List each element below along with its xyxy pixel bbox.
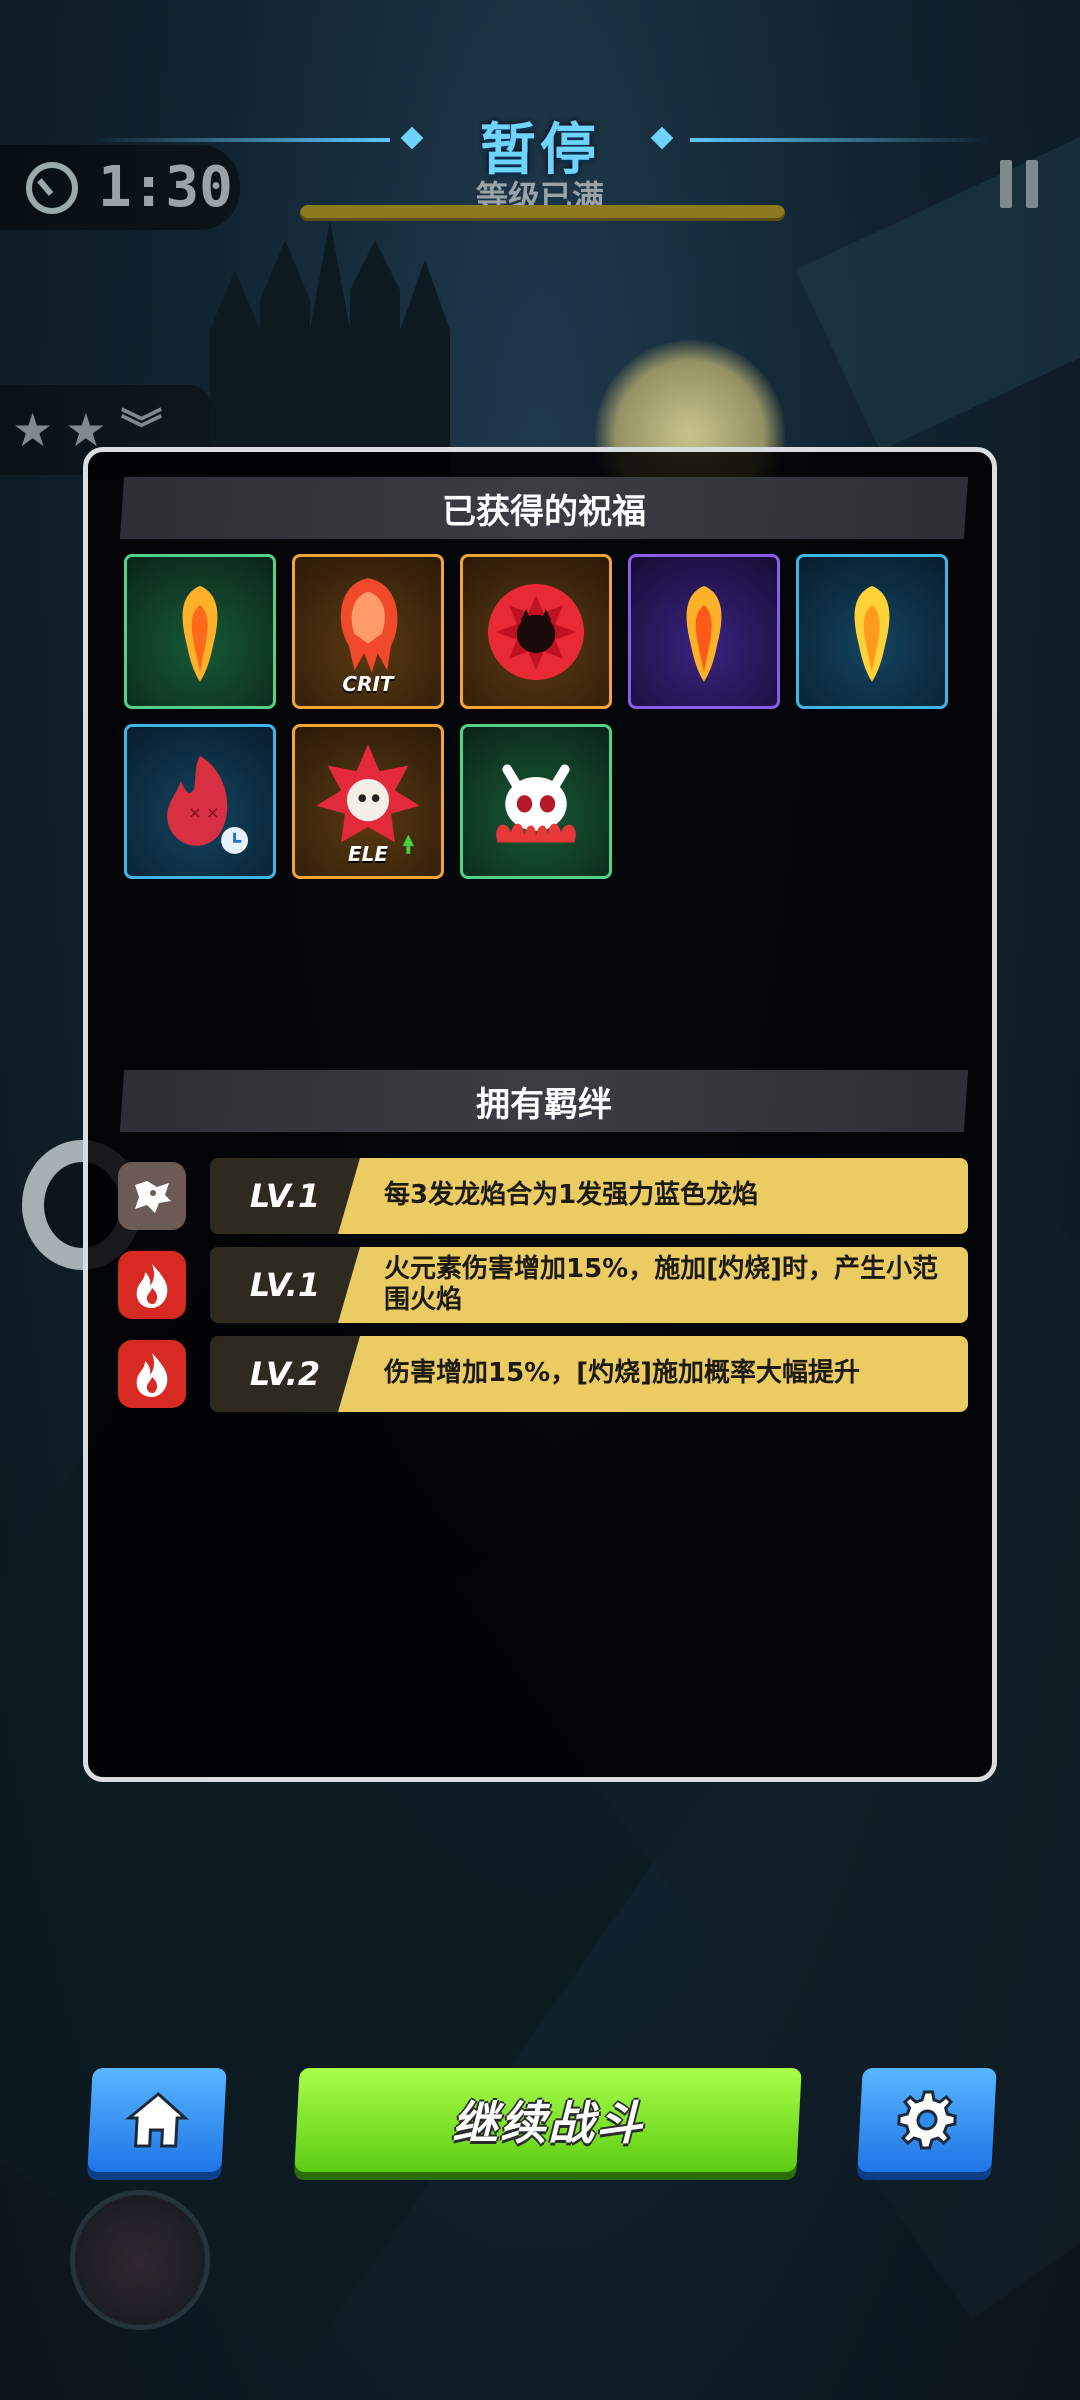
- fire-spirit-timer-icon: ✕ ✕: [167, 755, 249, 854]
- timer: 1:30: [0, 145, 240, 230]
- home-button[interactable]: [87, 2068, 227, 2172]
- blessing-element-up[interactable]: ELE: [292, 724, 444, 879]
- double-chevron-down-icon[interactable]: ︾: [121, 409, 163, 451]
- dragon-skull-icon: [118, 1162, 186, 1230]
- continue-battle-label: 继续战斗: [452, 2096, 644, 2150]
- fire-demon-skull-icon: [496, 764, 576, 843]
- fire-bolt-icon: [854, 585, 890, 682]
- blessings-panel: 已获得的祝福 CRIT ✕ ✕ ELE 拥有羁绊 LV.1 每3发龙焰合为1发强…: [83, 447, 997, 1782]
- bond-description: 每3发龙焰合为1发强力蓝色龙焰: [338, 1158, 968, 1234]
- star-icon: ★: [12, 403, 54, 457]
- bond-row[interactable]: LV.1 每3发龙焰合为1发强力蓝色龙焰: [118, 1158, 968, 1234]
- bond-description: 伤害增加15%，[灼烧]施加概率大幅提升: [338, 1336, 968, 1412]
- blessing-fire-demon-skull[interactable]: [460, 724, 612, 879]
- bond-level: LV.1: [210, 1158, 360, 1234]
- flame-icon: [118, 1340, 186, 1408]
- skill-orb: [70, 2190, 210, 2330]
- bond-row[interactable]: LV.1 火元素伤害增加15%，施加[灼烧]时，产生小范围火焰: [118, 1247, 968, 1323]
- bond-description: 火元素伤害增加15%，施加[灼烧]时，产生小范围火焰: [338, 1247, 968, 1323]
- timer-text: 1:30: [98, 155, 233, 220]
- bond-level: LV.2: [210, 1336, 360, 1412]
- blessing-fire-bolt-purple[interactable]: [628, 554, 780, 709]
- bonds-title: 拥有羁绊: [476, 1084, 612, 1125]
- blessings-header: 已获得的祝福: [119, 477, 969, 539]
- settings-button[interactable]: [857, 2068, 997, 2172]
- pause-icon[interactable]: [1000, 160, 1040, 208]
- home-icon: [124, 2092, 190, 2148]
- blessing-tag: ELE: [347, 842, 389, 866]
- blessing-fire-crit[interactable]: CRIT: [292, 554, 444, 709]
- bond-level: LV.1: [210, 1247, 360, 1323]
- fire-bolt-icon: [182, 585, 218, 682]
- flame-icon: [118, 1251, 186, 1319]
- fire-bolt-icon: [686, 585, 722, 682]
- demon-burst-icon: [487, 583, 585, 681]
- blessing-fire-bolt-blue[interactable]: [796, 554, 948, 709]
- blessing-tag: CRIT: [342, 672, 394, 696]
- xp-progress-bar: [300, 205, 785, 221]
- bonds-header: 拥有羁绊: [119, 1070, 969, 1132]
- svg-text:✕ ✕: ✕ ✕: [188, 804, 219, 822]
- clock-icon: [26, 161, 78, 214]
- bond-row[interactable]: LV.2 伤害增加15%，[灼烧]施加概率大幅提升: [118, 1336, 968, 1412]
- gear-icon: [897, 2090, 957, 2150]
- blessings-title: 已获得的祝福: [442, 491, 646, 532]
- continue-battle-button[interactable]: 继续战斗: [294, 2068, 802, 2172]
- blessing-fire-bolt[interactable]: [124, 554, 276, 709]
- blessing-demon-burst[interactable]: [460, 554, 612, 709]
- blessing-fire-spirit[interactable]: ✕ ✕: [124, 724, 276, 879]
